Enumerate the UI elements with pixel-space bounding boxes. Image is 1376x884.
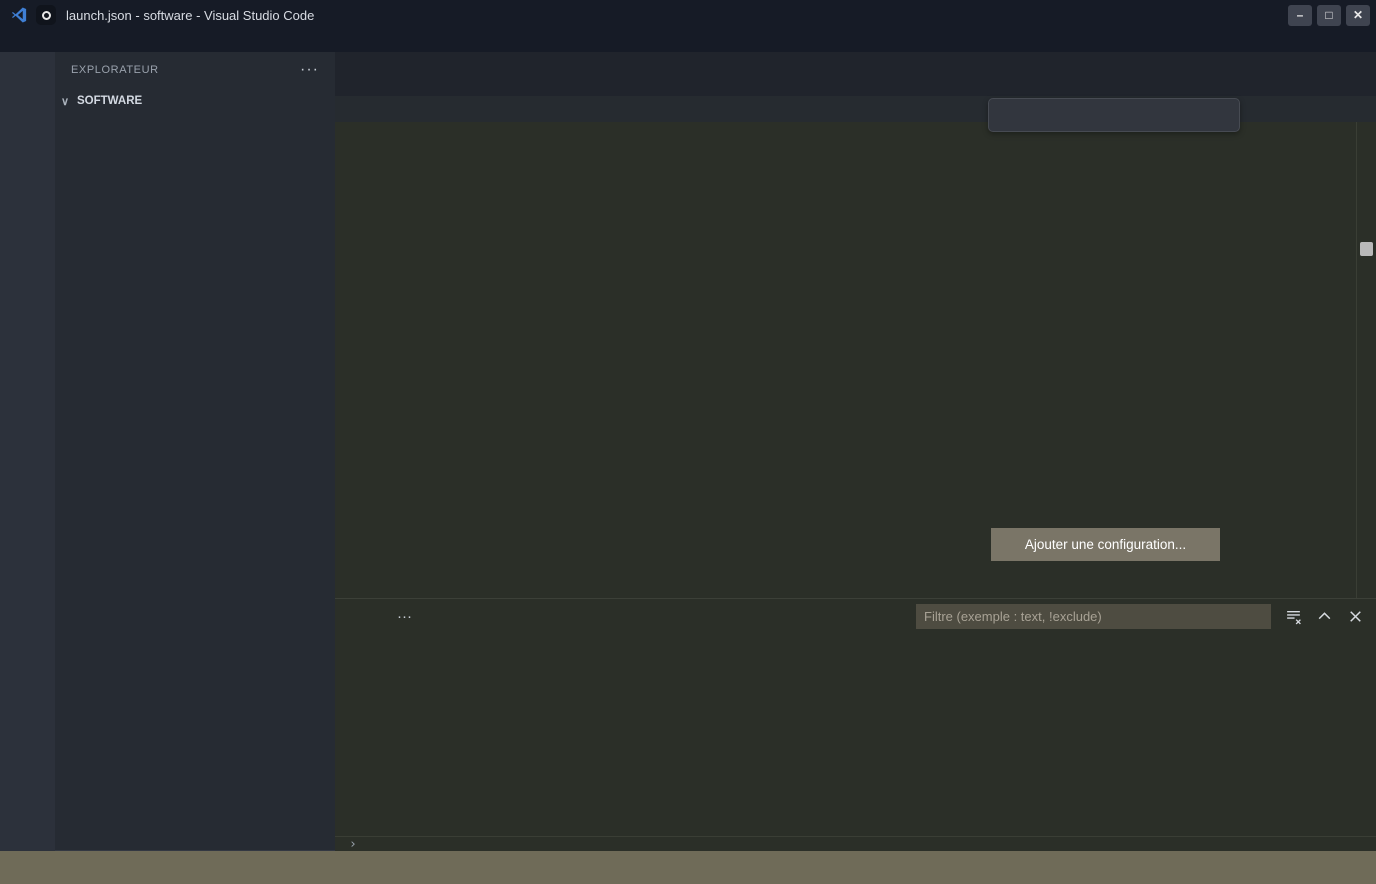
menu-bar [0, 30, 1376, 52]
close-button[interactable]: ✕ [1346, 5, 1370, 26]
debug-console-input[interactable]: › [335, 836, 1376, 851]
debug-toolbar [988, 98, 1240, 132]
app-icon [36, 5, 56, 25]
vscode-window: launch.json - software - Visual Studio C… [0, 0, 1376, 884]
close-panel-icon[interactable] [1347, 608, 1364, 625]
window-title: launch.json - software - Visual Studio C… [66, 8, 314, 23]
bottom-panel: ··· › [335, 598, 1376, 851]
editor-area [335, 122, 1376, 598]
minimap[interactable] [1240, 122, 1356, 598]
editor-actions [1360, 52, 1376, 96]
explorer-sidebar: EXPLORATEUR ··· ∨ SOFTWARE [55, 52, 335, 851]
code-editor[interactable] [335, 122, 1240, 598]
sidebar-bottom-sections [55, 850, 335, 851]
activity-bar [0, 52, 55, 851]
debug-console-output [335, 633, 1376, 836]
panel-more-icon[interactable]: ··· [397, 608, 412, 625]
section-software[interactable]: ∨ SOFTWARE [55, 88, 335, 114]
panel-header: ··· [335, 599, 1376, 633]
maximize-panel-icon[interactable] [1316, 608, 1333, 625]
status-bar [0, 851, 1376, 884]
sidebar-more-icon[interactable]: ··· [300, 61, 319, 79]
section-label: SOFTWARE [77, 95, 142, 107]
chevron-down-icon: ∨ [61, 95, 77, 108]
vscode-logo-icon [8, 6, 30, 24]
editor-scrollbar[interactable] [1356, 122, 1376, 598]
add-configuration-button[interactable]: Ajouter une configuration... [991, 528, 1220, 561]
maximize-button[interactable]: □ [1317, 5, 1341, 26]
minimize-button[interactable]: – [1288, 5, 1312, 26]
file-tree [55, 114, 335, 850]
sidebar-title: EXPLORATEUR [71, 64, 159, 76]
debug-filter-input[interactable] [916, 604, 1271, 629]
editor-tab-bar [335, 52, 1376, 96]
prompt-chevron-icon: › [349, 837, 357, 852]
title-bar: launch.json - software - Visual Studio C… [0, 0, 1376, 30]
clear-console-icon[interactable] [1285, 608, 1302, 625]
